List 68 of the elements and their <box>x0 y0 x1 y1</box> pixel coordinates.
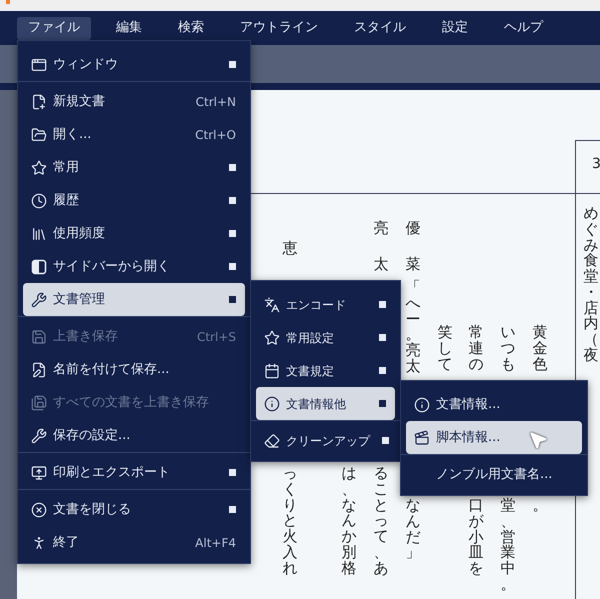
clock-icon <box>31 192 47 208</box>
menu-item[interactable]: エンコード <box>256 288 395 321</box>
vertical-text: ることって、あ <box>372 466 390 576</box>
clapperboard-icon <box>414 430 430 446</box>
wrench-icon <box>31 292 47 308</box>
menu-bar-item[interactable]: 検索 <box>167 16 215 40</box>
info-icon <box>264 396 280 412</box>
vertical-text: いつも <box>500 325 516 372</box>
vertical-text: 黄金色 <box>532 325 548 372</box>
menu-item[interactable]: サイドバーから開く <box>23 250 245 283</box>
eraser-icon <box>264 432 280 448</box>
menu-bar-item[interactable]: ファイル <box>17 16 91 40</box>
vertical-text: 笑して <box>436 325 454 372</box>
app-logo-icon <box>6 0 10 4</box>
vertical-text: 口が小皿を <box>468 498 484 577</box>
menu-item[interactable]: 保存の設定... <box>23 419 245 452</box>
menu-item[interactable]: 常用 <box>23 151 245 184</box>
save-all-icon <box>31 394 47 410</box>
vertical-text: 「へー。亮太 <box>404 280 422 374</box>
info-icon <box>414 396 430 412</box>
speaker-name: 亮太 <box>372 218 390 275</box>
menu-item[interactable]: 印刷とエクスポート <box>23 456 245 489</box>
wrench-icon <box>31 428 47 444</box>
menu-bar-item[interactable]: 設定 <box>431 16 479 40</box>
vertical-text: 。 <box>532 498 548 514</box>
page-number: 3 <box>592 155 600 174</box>
menu-item[interactable]: 脚本情報... <box>406 421 582 454</box>
vertical-text: は、なんか別格 <box>340 466 358 576</box>
menu-item[interactable]: 文書規定 <box>256 354 395 387</box>
speaker-name: 恵 <box>282 238 298 259</box>
menu-item[interactable]: クリーンアップ <box>256 424 395 457</box>
save-icon <box>31 328 47 344</box>
menu-bar-item[interactable]: スタイル <box>343 16 417 40</box>
vertical-text: 常連の <box>468 325 484 372</box>
menu-item[interactable]: 文書情報他 <box>256 387 395 420</box>
vertical-text: めぐみ食堂・店内（夜 <box>582 206 600 364</box>
encoding-icon <box>264 296 280 312</box>
menu-item[interactable]: 終了 Alt+F4 <box>23 526 245 559</box>
half-square-icon <box>31 258 47 274</box>
folder-icon <box>31 126 47 142</box>
menu-item[interactable]: 文書管理 <box>23 283 245 316</box>
menu-item[interactable]: 名前を付けて保存... <box>23 353 245 386</box>
menu-item[interactable]: 新規文書 Ctrl+N <box>23 85 245 118</box>
vertical-text: っくりと火入れ <box>282 466 298 576</box>
window-icon <box>31 56 47 72</box>
menu-item[interactable]: 文書情報... <box>406 388 582 421</box>
close-icon <box>31 502 47 518</box>
menu-bar-item[interactable]: アウトライン <box>229 16 329 40</box>
speaker-name: 優菜 <box>404 218 422 275</box>
new-document-icon <box>31 94 47 110</box>
star-icon <box>264 330 280 346</box>
save-as-icon <box>31 362 47 378</box>
menu-bar-item[interactable]: ヘルプ <box>493 16 554 40</box>
export-icon <box>31 464 47 480</box>
menu-bar-item[interactable]: 編集 <box>105 16 153 40</box>
menu-item[interactable]: 開く... Ctrl+O <box>23 118 245 151</box>
menu-item[interactable]: 履歴 <box>23 184 245 217</box>
grid-icon <box>264 362 280 378</box>
books-icon <box>31 226 47 242</box>
menu-item[interactable]: 常用設定 <box>256 321 395 354</box>
vertical-text: なんだ」 <box>404 498 422 561</box>
menu-item[interactable]: 文書を閉じる <box>23 493 245 526</box>
star-icon <box>31 160 47 176</box>
vertical-text: 堂、営業中。 <box>500 498 516 592</box>
menu-item[interactable]: ウィンドウ <box>23 48 245 81</box>
mouse-cursor-icon <box>528 430 548 450</box>
menu-item[interactable]: 使用頻度 <box>23 217 245 250</box>
menu-item[interactable]: ノンブル用文書名... <box>406 458 582 491</box>
